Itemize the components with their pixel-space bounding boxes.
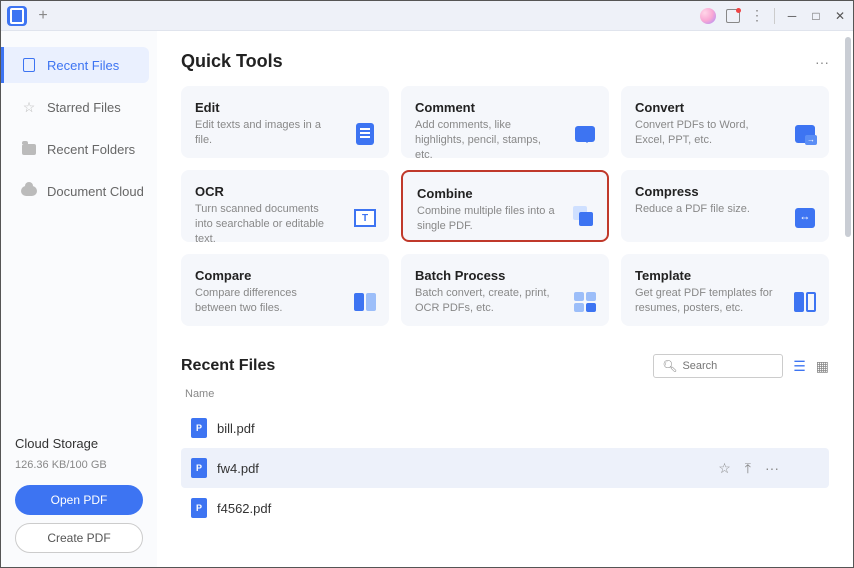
sidebar-footer: Cloud Storage 126.36 KB/100 GB Open PDF … bbox=[1, 422, 157, 567]
folder-icon bbox=[21, 141, 37, 157]
create-pdf-button[interactable]: Create PDF bbox=[15, 523, 143, 553]
sidebar-label: Recent Files bbox=[47, 58, 119, 73]
tool-title: Convert bbox=[635, 100, 777, 115]
tool-compare[interactable]: Compare Compare differences between two … bbox=[181, 254, 389, 326]
file-row[interactable]: fw4.pdf ☆ ⤒ ··· bbox=[181, 448, 829, 488]
divider bbox=[774, 8, 775, 24]
file-icon bbox=[21, 57, 37, 73]
file-name: bill.pdf bbox=[217, 421, 255, 436]
feedback-icon[interactable] bbox=[726, 9, 740, 23]
compress-icon bbox=[793, 206, 817, 230]
star-button[interactable]: ☆ bbox=[718, 460, 731, 477]
maximize-button[interactable]: □ bbox=[809, 9, 823, 23]
sidebar-item-document-cloud[interactable]: Document Cloud bbox=[1, 173, 157, 209]
cloud-icon bbox=[21, 183, 37, 199]
search-box[interactable]: 🔍︎ bbox=[653, 354, 783, 378]
pdf-file-icon bbox=[191, 458, 207, 478]
open-pdf-button[interactable]: Open PDF bbox=[15, 485, 143, 515]
quick-tools-more-button[interactable]: ··· bbox=[815, 54, 829, 70]
pdf-file-icon bbox=[191, 498, 207, 518]
tool-title: Compare bbox=[195, 268, 337, 283]
minimize-button[interactable]: ─ bbox=[785, 9, 799, 23]
sidebar: Recent Files ☆ Starred Files Recent Fold… bbox=[1, 31, 157, 567]
list-view-button[interactable]: ☰ bbox=[793, 358, 806, 375]
tool-ocr[interactable]: OCR Turn scanned documents into searchab… bbox=[181, 170, 389, 242]
tool-desc: Combine multiple files into a single PDF… bbox=[417, 204, 555, 234]
main-content: Quick Tools ··· Edit Edit texts and imag… bbox=[157, 31, 853, 567]
tool-desc: Add comments, like highlights, pencil, s… bbox=[415, 118, 557, 163]
pdf-file-icon bbox=[191, 418, 207, 438]
sidebar-label: Starred Files bbox=[47, 100, 121, 115]
file-name: f4562.pdf bbox=[217, 501, 271, 516]
titlebar: + ⋮ ─ □ ✕ bbox=[1, 1, 853, 31]
cloud-storage-title: Cloud Storage bbox=[15, 436, 143, 451]
ocr-icon bbox=[353, 206, 377, 230]
tool-title: Batch Process bbox=[415, 268, 557, 283]
combine-icon bbox=[571, 204, 595, 228]
tool-template[interactable]: Template Get great PDF templates for res… bbox=[621, 254, 829, 326]
tool-desc: Reduce a PDF file size. bbox=[635, 202, 777, 217]
assistant-orb-icon[interactable] bbox=[700, 8, 716, 24]
file-name: fw4.pdf bbox=[217, 461, 259, 476]
tool-compress[interactable]: Compress Reduce a PDF file size. bbox=[621, 170, 829, 242]
tool-desc: Convert PDFs to Word, Excel, PPT, etc. bbox=[635, 118, 777, 148]
tool-title: Combine bbox=[417, 186, 555, 201]
column-header-name: Name bbox=[181, 388, 829, 400]
app-logo-icon bbox=[7, 6, 27, 26]
edit-icon bbox=[353, 122, 377, 146]
titlebar-more-button[interactable]: ⋮ bbox=[750, 7, 764, 24]
comment-icon bbox=[573, 122, 597, 146]
file-row[interactable]: f4562.pdf bbox=[181, 488, 829, 528]
compare-icon bbox=[353, 290, 377, 314]
tool-title: OCR bbox=[195, 184, 337, 199]
sidebar-item-recent-folders[interactable]: Recent Folders bbox=[1, 131, 157, 167]
tool-batch-process[interactable]: Batch Process Batch convert, create, pri… bbox=[401, 254, 609, 326]
file-row[interactable]: bill.pdf bbox=[181, 408, 829, 448]
tool-desc: Batch convert, create, print, OCR PDFs, … bbox=[415, 286, 557, 316]
scrollbar-thumb[interactable] bbox=[845, 37, 851, 237]
tool-title: Template bbox=[635, 268, 777, 283]
search-icon: 🔍︎ bbox=[662, 359, 677, 373]
tool-desc: Edit texts and images in a file. bbox=[195, 118, 337, 148]
sidebar-item-starred-files[interactable]: ☆ Starred Files bbox=[1, 89, 157, 125]
tool-combine[interactable]: Combine Combine multiple files into a si… bbox=[401, 170, 609, 242]
tool-desc: Compare differences between two files. bbox=[195, 286, 337, 316]
new-tab-button[interactable]: + bbox=[33, 6, 53, 26]
close-button[interactable]: ✕ bbox=[833, 9, 847, 23]
tool-desc: Turn scanned documents into searchable o… bbox=[195, 202, 337, 247]
tool-comment[interactable]: Comment Add comments, like highlights, p… bbox=[401, 86, 609, 158]
grid-view-button[interactable]: ▦ bbox=[816, 358, 829, 375]
scrollbar[interactable] bbox=[845, 31, 851, 567]
app-window: + ⋮ ─ □ ✕ Recent Files ☆ Starred Files R… bbox=[0, 0, 854, 568]
sidebar-label: Recent Folders bbox=[47, 142, 135, 157]
sidebar-label: Document Cloud bbox=[47, 184, 144, 199]
template-icon bbox=[793, 290, 817, 314]
pin-button[interactable]: ⤒ bbox=[745, 460, 751, 477]
tool-edit[interactable]: Edit Edit texts and images in a file. bbox=[181, 86, 389, 158]
tool-title: Edit bbox=[195, 100, 337, 115]
row-more-button[interactable]: ··· bbox=[765, 460, 779, 477]
quick-tools-title: Quick Tools bbox=[181, 51, 283, 72]
tool-title: Compress bbox=[635, 184, 777, 199]
search-input[interactable] bbox=[682, 360, 774, 372]
convert-icon bbox=[793, 122, 817, 146]
star-icon: ☆ bbox=[21, 99, 37, 115]
tools-grid: Edit Edit texts and images in a file. Co… bbox=[181, 86, 829, 326]
tool-convert[interactable]: Convert Convert PDFs to Word, Excel, PPT… bbox=[621, 86, 829, 158]
cloud-storage-usage: 126.36 KB/100 GB bbox=[15, 459, 143, 471]
sidebar-item-recent-files[interactable]: Recent Files bbox=[1, 47, 149, 83]
tool-title: Comment bbox=[415, 100, 557, 115]
tool-desc: Get great PDF templates for resumes, pos… bbox=[635, 286, 777, 316]
batch-icon bbox=[573, 290, 597, 314]
recent-files-title: Recent Files bbox=[181, 357, 275, 375]
